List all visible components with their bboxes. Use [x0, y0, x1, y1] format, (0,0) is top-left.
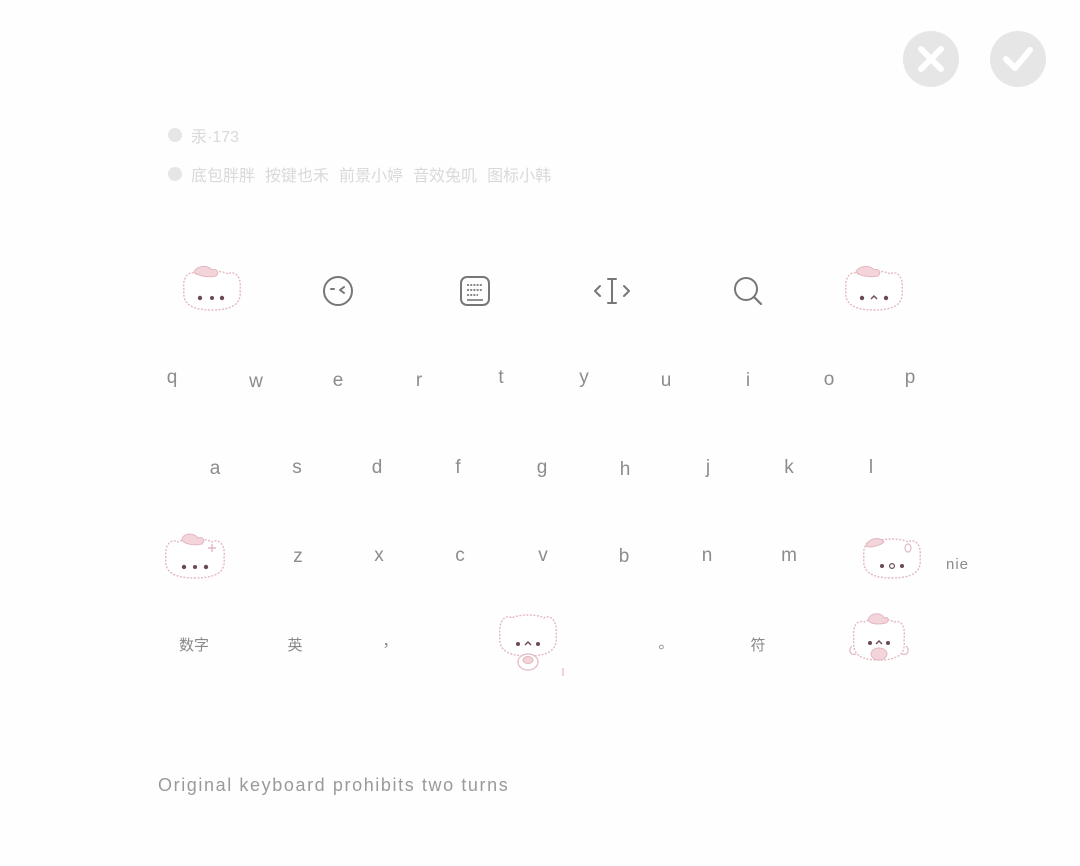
info-line-version: 汞·173 [168, 123, 239, 147]
search-icon [734, 277, 763, 306]
period-key[interactable]: 。 [646, 632, 686, 656]
cat-face-icon [182, 265, 242, 311]
toolbar-clipboard[interactable] [443, 267, 507, 315]
key-q[interactable]: q [152, 366, 192, 390]
check-icon [1003, 47, 1033, 71]
key-s[interactable]: s [277, 456, 317, 480]
clipboard-text-icon [460, 276, 490, 306]
comma-key[interactable]: ， [370, 630, 410, 654]
bullet-dot [168, 128, 182, 142]
key-h[interactable]: h [605, 458, 645, 482]
key-r[interactable]: r [399, 369, 439, 393]
emoji-face-icon [323, 276, 353, 306]
bullet-dot [168, 167, 182, 181]
toolbar-cat-sticker[interactable] [178, 264, 246, 314]
key-m[interactable]: m [769, 544, 809, 568]
key-t[interactable]: t [481, 366, 521, 390]
toolbar-emoji[interactable] [306, 267, 370, 315]
credit-keys: 按键也禾 [265, 168, 330, 185]
symbols-key[interactable]: 符 [738, 634, 778, 658]
pinyin-preview: nie [946, 556, 970, 573]
key-x[interactable]: x [359, 544, 399, 568]
english-key[interactable]: 英 [275, 634, 315, 658]
version-text: 汞·173 [191, 129, 240, 146]
key-z[interactable]: z [278, 545, 318, 569]
key-v[interactable]: v [523, 544, 563, 568]
key-w[interactable]: w [236, 370, 276, 394]
credit-foreground: 前景小婷 [339, 168, 404, 185]
backspace-key[interactable] [858, 532, 926, 587]
key-d[interactable]: d [357, 456, 397, 480]
key-l[interactable]: l [851, 456, 891, 480]
key-a[interactable]: a [195, 457, 235, 481]
key-f[interactable]: f [438, 456, 478, 480]
key-j[interactable]: j [688, 456, 728, 480]
key-y[interactable]: y [564, 366, 604, 390]
key-b[interactable]: b [604, 545, 644, 569]
credit-icons: 图标小韩 [487, 168, 552, 185]
text-cursor-icon [594, 278, 630, 304]
key-u[interactable]: u [646, 369, 686, 393]
key-n[interactable]: n [687, 544, 727, 568]
enter-key[interactable] [846, 610, 912, 677]
key-g[interactable]: g [522, 456, 562, 480]
info-line-credits: 底包胖胖 按键也禾 前景小婷 音效兔叽 图标小韩 [168, 162, 561, 186]
cat-enter-icon [849, 613, 909, 661]
cat-backspace-icon [862, 538, 922, 579]
key-e[interactable]: e [318, 369, 358, 393]
confirm-button[interactable] [990, 31, 1046, 87]
footer-note: Original keyboard prohibits two turns [158, 775, 510, 795]
cat-space-icon [498, 614, 564, 676]
numbers-key[interactable]: 数字 [172, 634, 216, 658]
space-key[interactable] [494, 610, 566, 683]
close-button[interactable] [903, 31, 959, 87]
shift-key[interactable] [160, 530, 230, 587]
credit-sound: 音效兔叽 [413, 168, 478, 185]
key-i[interactable]: i [728, 369, 768, 393]
credit-base: 底包胖胖 [191, 168, 256, 185]
toolbar-cat-sticker-right[interactable] [840, 264, 908, 314]
toolbar-search[interactable] [716, 267, 780, 315]
key-k[interactable]: k [769, 456, 809, 480]
cat-shift-icon [164, 533, 226, 579]
key-p[interactable]: p [890, 366, 930, 390]
key-c[interactable]: c [440, 544, 480, 568]
cat-face-icon [844, 265, 904, 311]
close-icon [918, 46, 944, 72]
key-o[interactable]: o [809, 368, 849, 392]
toolbar-cursor[interactable] [580, 267, 644, 315]
